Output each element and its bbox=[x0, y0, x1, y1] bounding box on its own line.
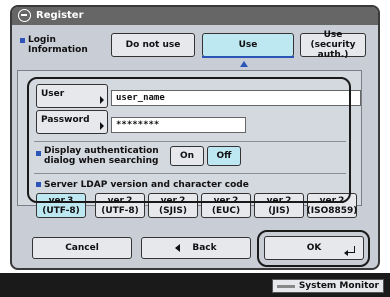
login-use-button[interactable]: Use bbox=[202, 33, 294, 57]
monitor-icon bbox=[276, 285, 295, 288]
cancel-button[interactable]: Cancel bbox=[32, 237, 132, 259]
register-icon bbox=[18, 9, 31, 22]
login-label: Login Information bbox=[28, 35, 88, 55]
login-use-security-auth-button[interactable]: Use (security auth.) bbox=[300, 30, 366, 60]
system-monitor-button[interactable]: System Monitor bbox=[271, 279, 384, 293]
ok-highlight bbox=[257, 230, 370, 267]
back-button[interactable]: Back bbox=[141, 237, 251, 259]
back-arrow-icon bbox=[175, 244, 181, 252]
login-bullet-icon bbox=[20, 38, 25, 43]
credentials-highlight bbox=[27, 77, 351, 203]
selection-underline bbox=[202, 56, 294, 58]
login-do-not-use-button[interactable]: Do not use bbox=[111, 33, 195, 57]
status-bar: System Monitor bbox=[0, 273, 390, 297]
selection-indicator-icon bbox=[240, 61, 248, 67]
title-bar: Register bbox=[12, 7, 378, 25]
window-title: Register bbox=[36, 10, 84, 21]
